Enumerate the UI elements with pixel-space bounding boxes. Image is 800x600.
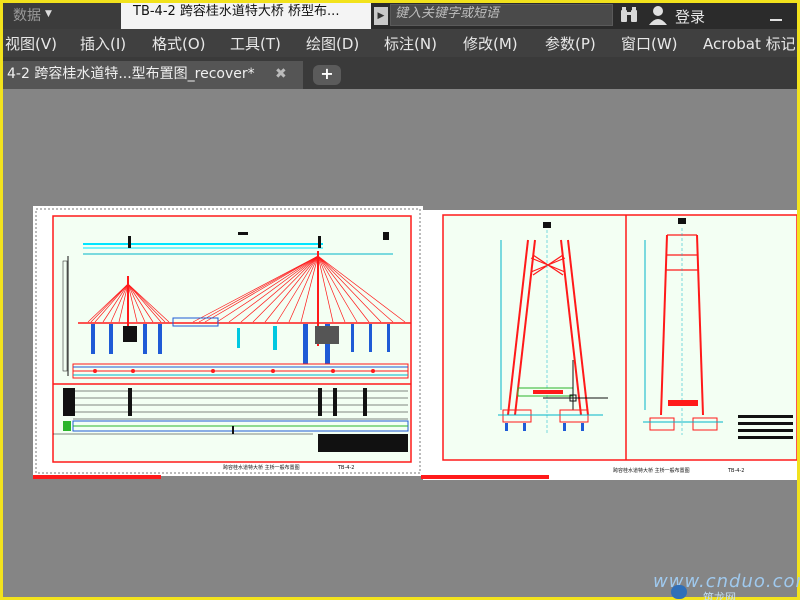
menu-insert[interactable]: 插入(I) xyxy=(80,33,126,54)
menu-draw[interactable]: 绘图(D) xyxy=(306,33,359,54)
menu-parametric[interactable]: 参数(P) xyxy=(545,33,596,54)
sheet1-footer-text: 跨容桂水道特大桥 主桥一般布置图 xyxy=(223,464,300,471)
plus-icon[interactable]: + xyxy=(313,65,341,85)
binoculars-icon[interactable] xyxy=(620,7,638,23)
quick-access-label: 数据 xyxy=(13,8,41,24)
menu-window[interactable]: 窗口(W) xyxy=(621,33,678,54)
menu-bar: 视图(V) 插入(I) 格式(O) 工具(T) 绘图(D) 标注(N) 修改(M… xyxy=(3,29,797,57)
document-title: TB-4-2 跨容桂水道特大桥 桥型布... xyxy=(121,3,371,29)
quick-access-toolbar[interactable]: 数据 ▼ xyxy=(3,3,121,29)
watermark-subtext: 筑龙网 xyxy=(703,591,736,600)
sheet1-code-text: TB-4-2 xyxy=(337,465,354,471)
login-link[interactable]: 登录 xyxy=(675,6,705,27)
tab-document[interactable]: 4-2 跨容桂水道特...型布置图_recover* ✖ xyxy=(3,61,303,89)
menu-view[interactable]: 视图(V) xyxy=(5,33,57,54)
menu-format[interactable]: 格式(O) xyxy=(152,33,206,54)
bridge-elevation-drawing: 跨容桂水道特大桥 主桥一般布置图 TB-4-2 xyxy=(35,208,421,474)
user-icon[interactable] xyxy=(648,5,668,25)
watermark-logo-icon xyxy=(671,585,687,599)
sheet2-code-text: TB-4-2 xyxy=(727,468,744,474)
menu-modify[interactable]: 修改(M) xyxy=(463,33,518,54)
menu-acrobat-markup[interactable]: Acrobat 标记 xyxy=(703,33,796,54)
tower-elevation-drawing: 跨容桂水道特大桥 主桥一般布置图 TB-4-2 xyxy=(442,214,797,474)
menu-dimension[interactable]: 标注(N) xyxy=(384,33,437,54)
search-input[interactable]: 键入关键字或短语 xyxy=(390,4,613,26)
layout-underline-1 xyxy=(33,475,161,479)
minimize-icon[interactable] xyxy=(769,9,783,23)
tab-label: 4-2 跨容桂水道特...型布置图_recover* xyxy=(7,66,255,82)
sheet2-footer-text: 跨容桂水道特大桥 主桥一般布置图 xyxy=(613,467,690,474)
menu-tools[interactable]: 工具(T) xyxy=(230,33,281,54)
chevron-right-icon[interactable]: ▶ xyxy=(374,7,388,25)
drawing-canvas[interactable]: 跨容桂水道特大桥 主桥一般布置图 TB-4-2 跨容桂水道特大桥 主桥一般布置图… xyxy=(3,89,800,600)
title-bar: 数据 ▼ TB-4-2 跨容桂水道特大桥 桥型布... ▶ 键入关键字或短语 登… xyxy=(3,3,797,29)
chevron-down-icon[interactable]: ▼ xyxy=(45,9,52,19)
document-tab-bar: 4-2 跨容桂水道特...型布置图_recover* ✖ + xyxy=(3,57,797,89)
close-icon[interactable]: ✖ xyxy=(275,61,287,87)
layout-underline-2 xyxy=(421,475,549,479)
